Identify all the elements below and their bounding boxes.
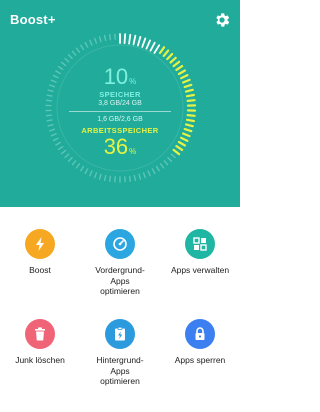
- gauge-tick: [84, 41, 89, 48]
- gauge-tick: [93, 37, 98, 44]
- clipboard-bolt-icon: [115, 326, 125, 341]
- gauge-tick: [103, 174, 107, 182]
- foreground-apps-circle: [105, 229, 135, 259]
- memory-gauge: [45, 33, 196, 183]
- gauge-tick: [71, 160, 77, 166]
- background-apps-label: Hintergrund- Apps optimieren: [96, 355, 144, 386]
- gauge-tick: [147, 170, 151, 177]
- background-apps-circle: [105, 319, 135, 349]
- gauge-tick: [166, 52, 174, 61]
- gauge-tick: [108, 34, 112, 41]
- boost-header: Boost+ 10% SPEICHER 3,8 GB/24 GB 1,6 GB/…: [0, 0, 240, 207]
- gauge-tick: [162, 49, 170, 58]
- gauge-tick: [84, 168, 89, 175]
- gauge-tick: [169, 56, 177, 64]
- boost-label: Boost: [29, 265, 51, 275]
- lock-apps-circle: [185, 319, 215, 349]
- gauge-tick: [155, 165, 160, 172]
- ram-percentage-value: 36: [103, 134, 129, 159]
- storage-percentage-unit: %: [129, 77, 137, 86]
- boost-tile[interactable]: Boost: [0, 229, 80, 276]
- gauge-tick: [108, 175, 112, 182]
- gauge-tick: [71, 50, 77, 56]
- gauge-tick: [89, 170, 93, 177]
- gauge-tick: [163, 160, 169, 166]
- apps-grid-icon: [193, 237, 207, 251]
- trash-icon: [35, 327, 45, 341]
- junk-circle: [25, 319, 55, 349]
- gauge-tick: [123, 33, 127, 45]
- gauge-tick: [75, 47, 81, 53]
- ram-percentage: 36%: [44, 134, 196, 160]
- gauge-tick: [103, 34, 107, 42]
- foreground-apps-label: Vordergrund- Apps optimieren: [95, 265, 145, 296]
- lock-apps-tile[interactable]: Apps sperren: [160, 319, 240, 366]
- gauge-tick: [142, 172, 147, 179]
- lock-icon: [195, 327, 205, 340]
- gauge-tick: [145, 39, 151, 50]
- gauge-tick: [89, 39, 93, 46]
- storage-detail: 3,8 GB/24 GB: [98, 100, 142, 107]
- lock-apps-label: Apps sperren: [174, 355, 226, 365]
- ram-detail: 1,6 GB/2,6 GB: [97, 116, 143, 123]
- gauge-tick: [133, 174, 137, 182]
- app-title: Boost+: [10, 12, 56, 27]
- manage-apps-circle: [185, 229, 215, 259]
- gauge-tick: [128, 33, 132, 45]
- ram-percentage-unit: %: [129, 147, 137, 156]
- boost-circle: [25, 229, 55, 259]
- gauge-tick: [80, 165, 85, 172]
- gauge-tick: [137, 35, 142, 47]
- gauge-tick: [149, 41, 156, 52]
- gauge-tick: [75, 163, 81, 169]
- junk-tile[interactable]: Junk löschen: [0, 319, 80, 366]
- storage-label: SPEICHER: [99, 90, 141, 99]
- junk-label: Junk löschen: [15, 355, 65, 365]
- gauge-tick: [153, 44, 161, 54]
- background-apps-tile[interactable]: Hintergrund- Apps optimieren: [80, 319, 160, 387]
- storage-percentage: 10%: [44, 64, 196, 90]
- gauge-tick: [138, 173, 142, 180]
- gauge-tick: [67, 54, 73, 60]
- gauge-tick: [151, 168, 156, 175]
- gauge-tick: [64, 57, 70, 63]
- storage-percentage-value: 10: [103, 64, 129, 89]
- gauge-divider: [69, 111, 171, 112]
- gauge-tick: [80, 44, 85, 51]
- gauge-tick: [158, 46, 166, 55]
- gear-icon[interactable]: [213, 11, 231, 29]
- gauge-tick: [141, 37, 147, 48]
- gauge-tick: [159, 163, 165, 169]
- manage-apps-tile[interactable]: Apps verwalten: [160, 229, 240, 276]
- manage-apps-label: Apps verwalten: [170, 265, 230, 275]
- gauge-tick: [98, 173, 102, 180]
- lightning-icon: [36, 237, 44, 251]
- speedometer-icon: [113, 237, 127, 251]
- gauge-tick: [93, 172, 98, 179]
- foreground-apps-tile[interactable]: Vordergrund- Apps optimieren: [80, 229, 160, 297]
- gauge-tick: [132, 34, 137, 46]
- feature-grid: Boost Vordergrund- Apps optimieren Apps …: [0, 207, 240, 412]
- gauge-tick: [98, 36, 102, 43]
- gauge-tick: [128, 175, 132, 182]
